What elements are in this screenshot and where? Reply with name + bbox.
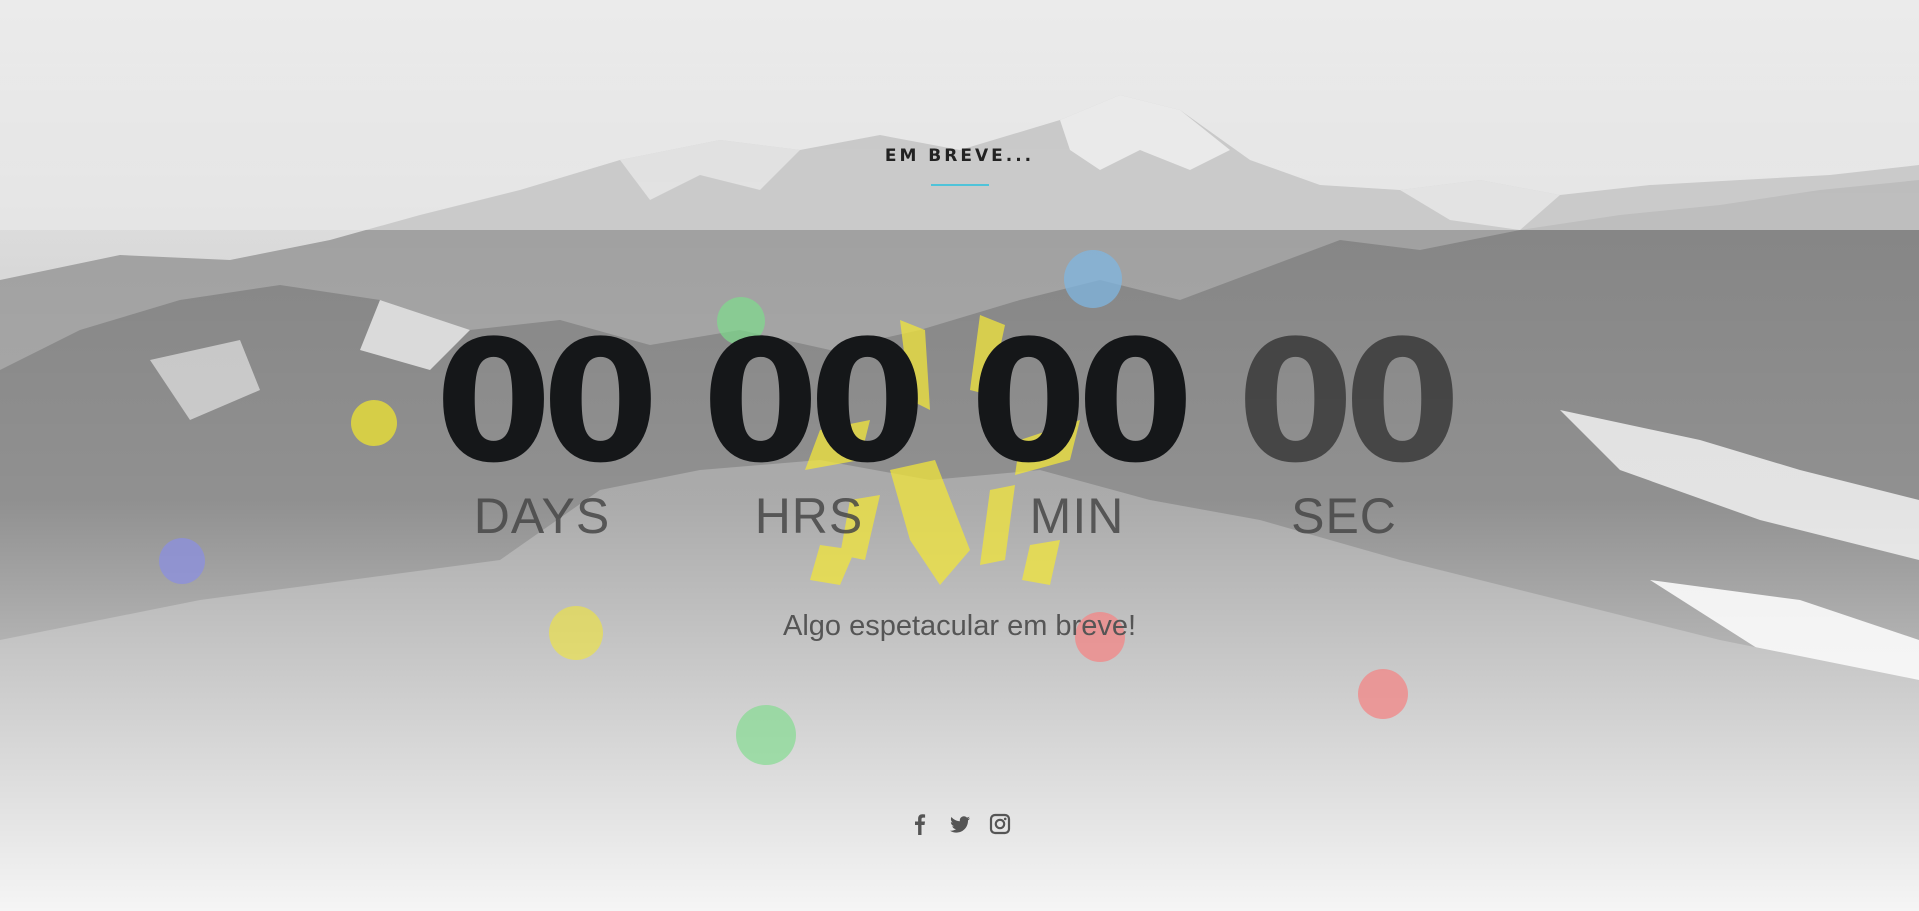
bubble-purple-decoration [159,538,205,584]
countdown-seconds: 00 SEC [1234,304,1461,542]
countdown-minutes: 00 MIN [967,304,1194,542]
facebook-icon [914,814,925,835]
tagline: Algo espetacular em breve! [782,610,1137,642]
twitter-icon [949,816,970,833]
heading-underline [930,184,989,186]
bubble-green-decoration [736,705,796,765]
coming-soon-heading: EM BREVE... [884,146,1035,166]
bubble-red-decoration [1358,669,1408,719]
countdown-hours: 00 HRS [699,304,926,542]
bubble-yellow-decoration [351,400,397,446]
countdown-minutes-value: 00 [970,304,1194,500]
bubble-blue-decoration [1064,250,1122,308]
instagram-icon [989,813,1010,835]
social-links [0,812,1919,836]
facebook-link[interactable] [909,812,931,836]
twitter-link[interactable] [949,812,971,836]
instagram-link[interactable] [989,812,1011,836]
countdown-seconds-value: 00 [1237,304,1461,500]
countdown-days-value: 00 [435,304,659,500]
countdown-hours-value: 00 [702,304,926,500]
page-header: EM BREVE... [0,146,1919,186]
countdown-days: 00 DAYS [432,304,659,542]
coming-soon-page: EM BREVE... 00 DAYS 00 HRS 00 MIN 00 SEC… [0,0,1919,911]
